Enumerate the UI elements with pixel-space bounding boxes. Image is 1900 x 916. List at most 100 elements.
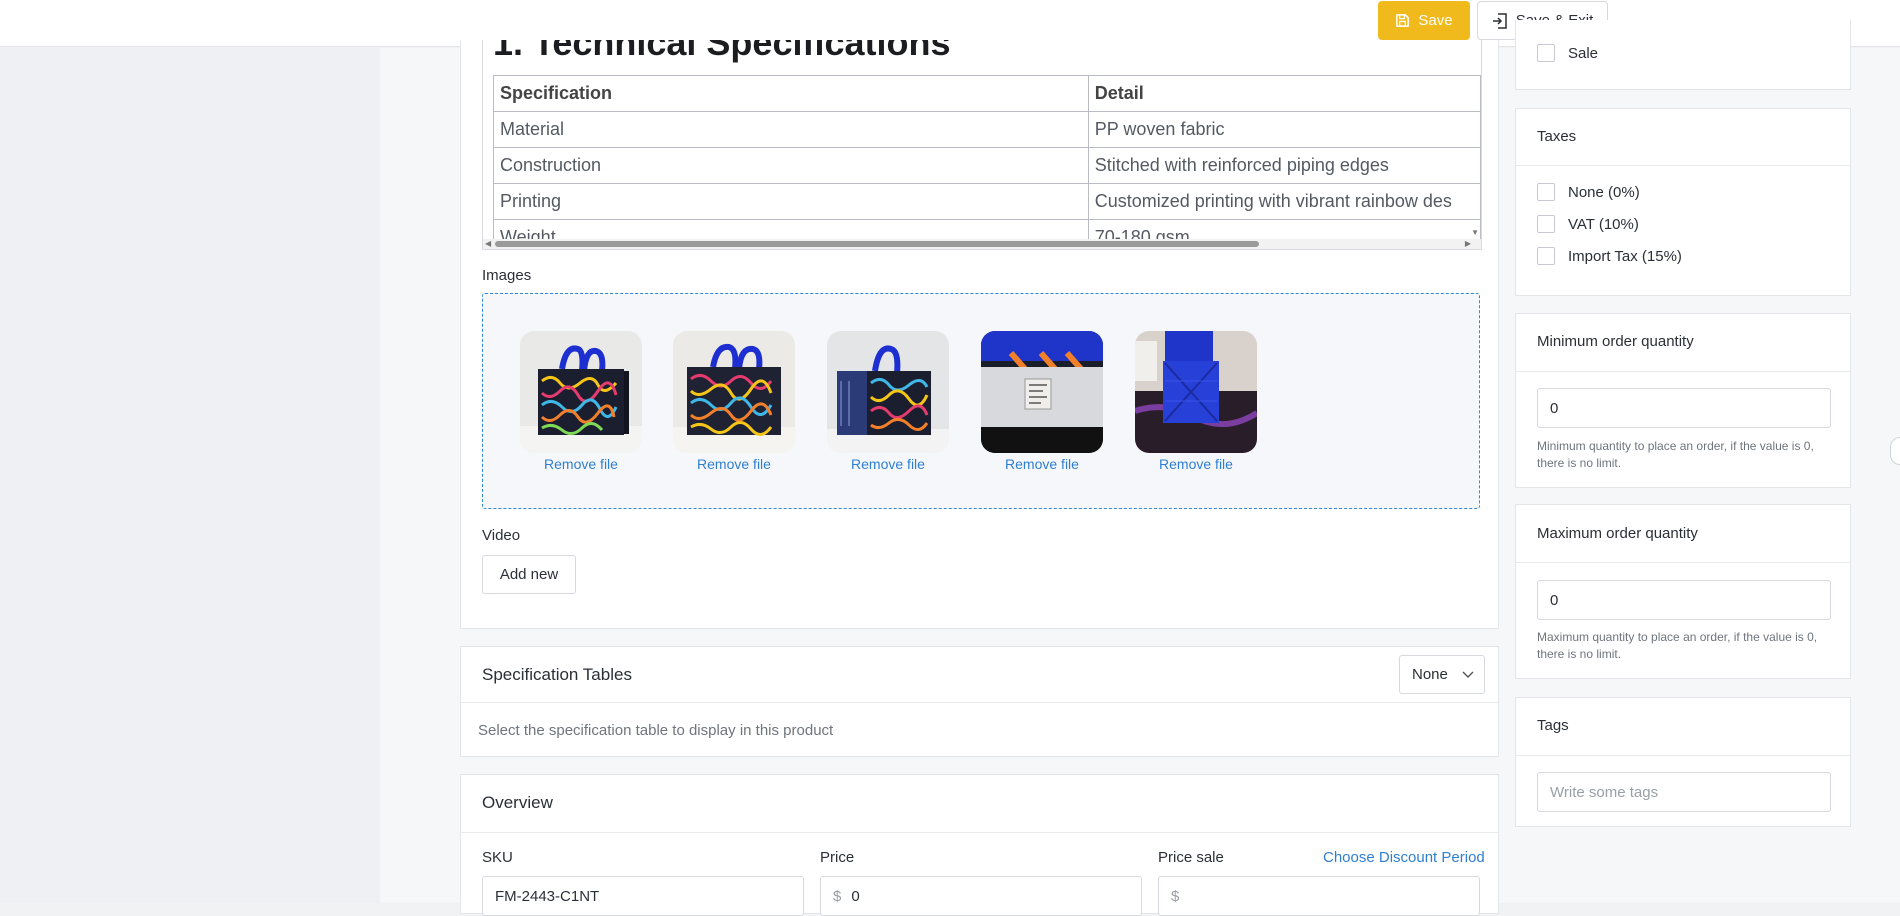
side-panel-toggle[interactable] (1890, 437, 1900, 465)
image-bag-angle (673, 331, 795, 453)
spec-table-select[interactable]: None (1399, 655, 1485, 694)
price-sale-currency-prefix: $ (1171, 887, 1180, 905)
sku-label: SKU (482, 849, 513, 866)
save-icon (1396, 14, 1410, 27)
sale-card: Sale (1515, 20, 1851, 90)
table-header-row: Specification Detail (493, 75, 1481, 112)
choose-discount-period-link[interactable]: Choose Discount Period (1323, 849, 1485, 866)
exit-icon (1492, 12, 1507, 29)
image-bag-front (520, 331, 642, 453)
overview-card: Overview SKU FM-2443-C1NT Price $ 0 Pric… (460, 774, 1499, 916)
specification-tables-card: Specification Tables None Select the spe… (460, 646, 1499, 757)
sku-input[interactable]: FM-2443-C1NT (482, 876, 804, 916)
divider (1516, 371, 1850, 372)
content-editor-card: 1. Technical Specifications Specificatio… (460, 40, 1499, 629)
table-row: Printing Customized printing with vibran… (493, 183, 1481, 220)
min-order-title: Minimum order quantity (1537, 333, 1694, 350)
image-bag-label-closeup (981, 331, 1103, 453)
sale-checkbox-label: Sale (1568, 44, 1599, 62)
tax-checkbox[interactable] (1537, 247, 1555, 265)
table-cell: Construction (493, 147, 1089, 184)
max-order-value: 0 (1550, 591, 1559, 609)
scroll-down-icon[interactable]: ▼ (1471, 228, 1479, 237)
price-value: 0 (851, 887, 860, 905)
remove-file-link[interactable]: Remove file (1135, 456, 1257, 472)
rich-text-editor[interactable]: 1. Technical Specifications Specificatio… (482, 40, 1482, 250)
remove-file-link[interactable]: Remove file (673, 456, 795, 472)
max-order-title: Maximum order quantity (1537, 525, 1698, 542)
tax-option-label: VAT (10%) (1568, 215, 1639, 233)
image-thumbnail: Remove file (520, 331, 642, 472)
max-order-hint: Maximum quantity to place an order, if t… (1537, 630, 1818, 661)
table-header-cell: Detail (1087, 75, 1481, 112)
taxes-card: Taxes None (0%) VAT (10%) Import Tax (15… (1515, 108, 1851, 296)
table-cell: Printing (493, 183, 1089, 220)
price-sale-input[interactable]: $ (1158, 876, 1480, 916)
sku-value: FM-2443-C1NT (495, 887, 600, 905)
horizontal-scrollbar[interactable]: ◀ ▶ (483, 239, 1481, 249)
tags-title: Tags (1537, 717, 1569, 734)
save-button[interactable]: Save (1378, 1, 1470, 40)
add-video-button[interactable]: Add new (482, 555, 576, 594)
taxes-title: Taxes (1537, 128, 1577, 145)
doc-heading: 1. Technical Specifications (493, 40, 951, 63)
specifications-table: Specification Detail Material PP woven f… (493, 75, 1481, 249)
table-cell: PP woven fabric (1087, 111, 1481, 148)
scroll-right-icon[interactable]: ▶ (1465, 239, 1471, 248)
table-row: Construction Stitched with reinforced pi… (493, 147, 1481, 184)
tax-option-row[interactable]: VAT (10%) (1537, 215, 1639, 233)
tax-option-label: Import Tax (15%) (1568, 247, 1682, 265)
tags-placeholder: Write some tags (1550, 783, 1659, 801)
tax-checkbox[interactable] (1537, 183, 1555, 201)
tags-card: Tags Write some tags (1515, 697, 1851, 827)
min-order-input[interactable]: 0 (1537, 388, 1831, 428)
max-order-input[interactable]: 0 (1537, 580, 1831, 620)
table-header-cell: Specification (493, 75, 1089, 112)
sale-checkbox[interactable] (1537, 44, 1555, 62)
divider (1516, 562, 1850, 563)
image-thumbnail: Remove file (981, 331, 1103, 472)
tags-input[interactable]: Write some tags (1537, 772, 1831, 812)
scrollbar-thumb[interactable] (495, 241, 1259, 247)
maximum-order-card: Maximum order quantity 0 Maximum quantit… (1515, 504, 1851, 679)
image-bag-handle-closeup (1135, 331, 1257, 453)
chevron-down-icon (1462, 671, 1474, 678)
table-cell: Stitched with reinforced piping edges (1087, 147, 1481, 184)
tax-option-label: None (0%) (1568, 183, 1640, 201)
left-margin (0, 48, 380, 903)
minimum-order-card: Minimum order quantity 0 Minimum quantit… (1515, 313, 1851, 488)
scroll-left-icon[interactable]: ◀ (485, 239, 491, 248)
min-order-value: 0 (1550, 399, 1559, 417)
spec-table-select-value: None (1412, 666, 1448, 683)
video-label: Video (482, 527, 521, 544)
divider (461, 832, 1498, 833)
spec-tables-title: Specification Tables (482, 665, 632, 684)
overview-title: Overview (482, 793, 553, 812)
remove-file-link[interactable]: Remove file (520, 456, 642, 472)
table-cell: Customized printing with vibrant rainbow… (1087, 183, 1481, 220)
sale-checkbox-row[interactable]: Sale (1537, 44, 1598, 62)
divider (1516, 165, 1850, 166)
tax-checkbox[interactable] (1537, 215, 1555, 233)
tax-option-row[interactable]: Import Tax (15%) (1537, 247, 1682, 265)
min-order-hint: Minimum quantity to place an order, if t… (1537, 439, 1814, 470)
divider (461, 702, 1498, 703)
image-thumbnail: Remove file (673, 331, 795, 472)
price-label: Price (820, 849, 855, 866)
price-currency-prefix: $ (833, 887, 842, 905)
spec-tables-hint: Select the specification table to displa… (478, 722, 834, 739)
image-thumbnail: Remove file (1135, 331, 1257, 472)
images-label: Images (482, 267, 532, 284)
remove-file-link[interactable]: Remove file (827, 456, 949, 472)
table-row: Material PP woven fabric (493, 111, 1481, 148)
divider (1516, 755, 1850, 756)
save-button-label: Save (1418, 12, 1453, 29)
image-thumbnail: Remove file (827, 331, 949, 472)
image-dropzone[interactable]: Remove file Remove file Remove file Remo… (482, 293, 1480, 509)
remove-file-link[interactable]: Remove file (981, 456, 1103, 472)
price-sale-label: Price sale (1158, 849, 1224, 866)
table-cell: Material (493, 111, 1089, 148)
tax-option-row[interactable]: None (0%) (1537, 183, 1640, 201)
price-input[interactable]: $ 0 (820, 876, 1142, 916)
image-bag-side (827, 331, 949, 453)
